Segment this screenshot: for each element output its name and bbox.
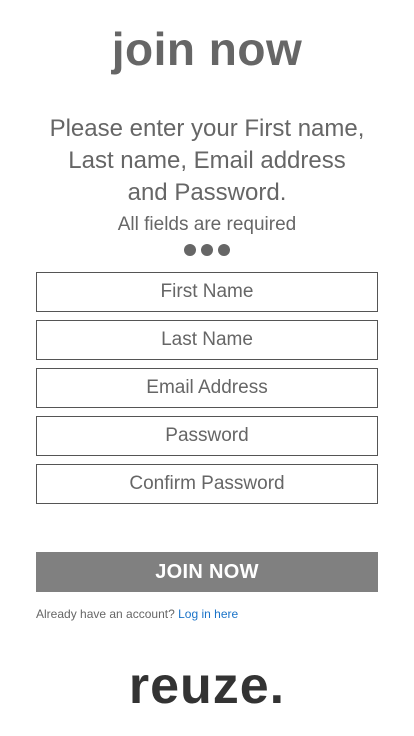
login-prompt: Already have an account?: [36, 607, 175, 621]
dot-icon: [218, 244, 230, 256]
instructions-line-2: Last name, Email address: [68, 147, 346, 174]
first-name-input[interactable]: [36, 272, 378, 312]
required-note: All fields are required: [117, 214, 297, 235]
email-input[interactable]: [36, 368, 378, 408]
instructions-line-3: and Password.: [127, 179, 287, 206]
login-link[interactable]: Log in here: [178, 607, 238, 621]
login-row: Already have an account? Log in here: [36, 607, 238, 621]
dot-icon: [184, 244, 196, 256]
dot-icon: [201, 244, 213, 256]
page-title: join now: [111, 23, 303, 75]
last-name-input[interactable]: [36, 320, 378, 360]
brand-logo: reuze.: [128, 657, 286, 715]
instructions: Please enter your First name, Last name,…: [20, 113, 394, 209]
step-dots-icon: [0, 244, 414, 256]
join-now-button[interactable]: JOIN NOW: [36, 552, 378, 592]
instructions-line-1: Please enter your First name,: [49, 115, 365, 142]
password-input[interactable]: [36, 416, 378, 456]
confirm-password-input[interactable]: [36, 464, 378, 504]
